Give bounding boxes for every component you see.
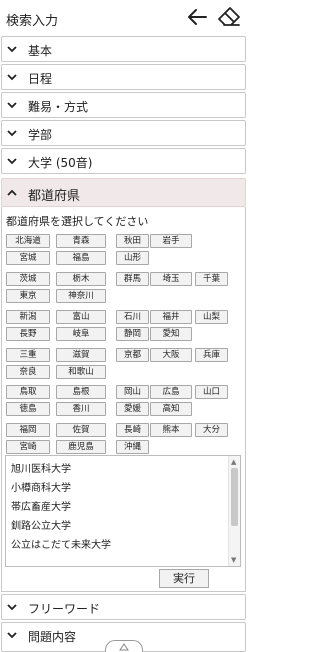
section-label: 大学 (50音): [28, 156, 93, 170]
list-item[interactable]: 帯広畜産大学: [11, 498, 71, 513]
prefecture-button[interactable]: 福岡: [6, 423, 50, 437]
chevron-up-icon: [6, 187, 18, 199]
prefecture-button[interactable]: 愛媛: [116, 402, 149, 416]
scrollbar-thumb[interactable]: [231, 468, 238, 526]
page-title: 検索入力: [6, 14, 59, 29]
section-label: 日程: [28, 72, 53, 86]
list-item[interactable]: 旭川医科大学: [11, 460, 71, 475]
prefecture-button[interactable]: 香川: [56, 402, 106, 416]
prefecture-button[interactable]: 栃木: [56, 272, 106, 286]
section-label: 基本: [28, 44, 53, 58]
prefecture-button[interactable]: 大分: [195, 423, 228, 437]
prefecture-button[interactable]: 大阪: [150, 348, 192, 362]
pull-up-handle[interactable]: [105, 640, 143, 652]
chevron-down-icon: [6, 71, 18, 83]
prefecture-button[interactable]: 三重: [6, 348, 50, 362]
chevron-down-icon: [6, 601, 18, 613]
prefecture-button[interactable]: 広島: [150, 385, 192, 399]
prefecture-panel: 都道府県を選択してください 北海道 青森 秋田 岩手宮城 福島 山形茨城 栃木 群馬 埼玉 千葉東…: [1, 207, 246, 592]
chevron-down-icon: [6, 99, 18, 111]
chevron-down-icon: [6, 629, 18, 641]
prefecture-button[interactable]: 徳島: [6, 402, 50, 416]
prefecture-button[interactable]: 高知: [150, 402, 192, 416]
prefecture-button[interactable]: 鹿児島: [56, 440, 106, 454]
section-difficulty[interactable]: 難易・方式: [1, 92, 246, 118]
prefecture-button[interactable]: 佐賀: [56, 423, 106, 437]
prefecture-button[interactable]: 北海道: [6, 234, 50, 248]
prefecture-button[interactable]: 岡山: [116, 385, 149, 399]
triangle-up-icon: [119, 643, 129, 651]
prefecture-button[interactable]: 岐阜: [56, 327, 106, 341]
prefecture-button[interactable]: 奈良: [6, 365, 50, 379]
prefecture-button[interactable]: 秋田: [116, 234, 149, 248]
header: 検索入力: [0, 0, 247, 36]
university-list[interactable]: 旭川医科大学 小樽商科大学 帯広畜産大学 釧路公立大学 公立はこだて未来大学 ▲…: [5, 455, 241, 567]
section-label: 学部: [28, 128, 53, 142]
section-label: 難易・方式: [28, 100, 89, 114]
chevron-down-icon: [6, 43, 18, 55]
scroll-up-icon[interactable]: ▲: [231, 458, 236, 466]
list-item[interactable]: 小樽商科大学: [11, 479, 71, 494]
list-item[interactable]: 公立はこだて未来大学: [11, 536, 111, 551]
prefecture-button[interactable]: 鳥取: [6, 385, 50, 399]
chevron-down-icon: [6, 155, 18, 167]
prefecture-button[interactable]: 神奈川: [56, 289, 106, 303]
prefecture-button[interactable]: 青森: [56, 234, 106, 248]
back-arrow-icon[interactable]: [184, 4, 210, 30]
section-basic[interactable]: 基本: [1, 36, 246, 62]
section-schedule[interactable]: 日程: [1, 64, 246, 90]
prefecture-button[interactable]: 埼玉: [150, 272, 192, 286]
section-free-word[interactable]: フリーワード: [1, 594, 246, 620]
section-label: フリーワード: [28, 602, 101, 616]
prefecture-button[interactable]: 富山: [56, 310, 106, 324]
eraser-icon[interactable]: [216, 4, 242, 30]
prefecture-button[interactable]: 新潟: [6, 310, 50, 324]
prefecture-button[interactable]: 島根: [56, 385, 106, 399]
prefecture-button[interactable]: 熊本: [150, 423, 192, 437]
prefecture-button[interactable]: 茨城: [6, 272, 50, 286]
prefecture-button[interactable]: 長崎: [116, 423, 149, 437]
prefecture-button[interactable]: 静岡: [116, 327, 149, 341]
prefecture-button[interactable]: 山形: [116, 251, 149, 265]
section-label: 都道府県: [28, 189, 81, 204]
prefecture-button[interactable]: 長野: [6, 327, 50, 341]
section-university[interactable]: 大学 (50音): [1, 148, 246, 174]
prefecture-button[interactable]: 愛知: [150, 327, 192, 341]
prefecture-button[interactable]: 岩手: [150, 234, 192, 248]
prefecture-button[interactable]: 沖縄: [116, 440, 149, 454]
prefecture-button[interactable]: 宮城: [6, 251, 50, 265]
section-label: 問題内容: [28, 630, 77, 644]
prefecture-button[interactable]: 千葉: [195, 272, 228, 286]
section-prefecture[interactable]: 都道府県: [1, 178, 246, 207]
prefecture-button[interactable]: 宮崎: [6, 440, 50, 454]
list-item[interactable]: 釧路公立大学: [11, 517, 71, 532]
prefecture-button[interactable]: 石川: [116, 310, 149, 324]
scroll-down-icon[interactable]: ▼: [231, 556, 236, 564]
prefecture-button[interactable]: 東京: [6, 289, 50, 303]
prefecture-button[interactable]: 京都: [116, 348, 149, 362]
prefecture-button[interactable]: 山梨: [195, 310, 228, 324]
prefecture-button[interactable]: 群馬: [116, 272, 149, 286]
prefecture-button[interactable]: 滋賀: [56, 348, 106, 362]
prefecture-button[interactable]: 山口: [195, 385, 228, 399]
chevron-down-icon: [6, 127, 18, 139]
prefecture-button[interactable]: 福井: [150, 310, 192, 324]
scrollbar[interactable]: ▲ ▼: [228, 456, 240, 566]
prefecture-button[interactable]: 和歌山: [56, 365, 106, 379]
section-faculty[interactable]: 学部: [1, 120, 246, 146]
prefecture-button[interactable]: 兵庫: [195, 348, 228, 362]
instruction-text: 都道府県を選択してください: [6, 215, 149, 228]
execute-button[interactable]: 実行: [159, 569, 209, 588]
prefecture-button[interactable]: 福島: [56, 251, 106, 265]
